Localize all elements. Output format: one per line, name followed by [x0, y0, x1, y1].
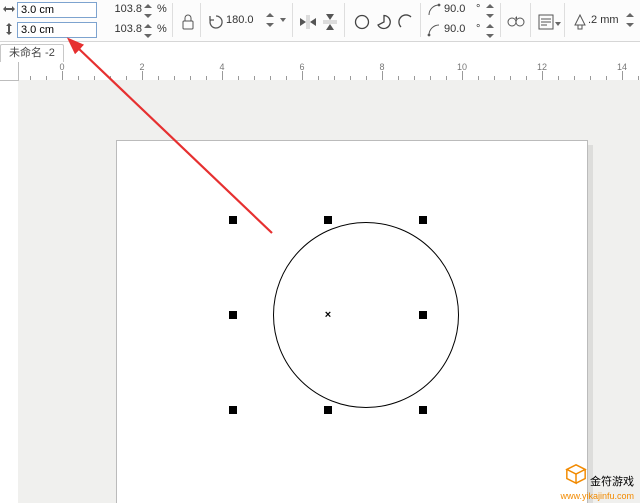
- toolbar-separator: [200, 3, 201, 37]
- end-angle-spinner[interactable]: [486, 23, 496, 39]
- selection-handle-sw[interactable]: [229, 406, 237, 414]
- wrap-text-icon[interactable]: [536, 12, 556, 32]
- start-angle-input[interactable]: 90.0: [444, 3, 474, 15]
- end-angle-unit: °: [476, 23, 480, 35]
- watermark-brand: 金符游戏: [590, 476, 634, 488]
- property-toolbar: 3.0 cm 3.0 cm 103.8 103.8 % % 180.0: [0, 0, 640, 42]
- selection-handle-s[interactable]: [324, 406, 332, 414]
- scale-y-input[interactable]: 103.8: [108, 23, 142, 35]
- mirror-horizontal-icon[interactable]: [298, 12, 318, 32]
- ruler-number: 2: [139, 62, 144, 72]
- rotation-dropdown[interactable]: [280, 18, 286, 22]
- selection-handle-w[interactable]: [229, 311, 237, 319]
- end-angle-input[interactable]: 90.0: [444, 23, 474, 35]
- outline-width-spinner[interactable]: [626, 12, 636, 28]
- outline-width-icon: [570, 12, 590, 32]
- scale-y-unit: %: [157, 23, 167, 35]
- toolbar-separator: [500, 3, 501, 37]
- selection-handle-nw[interactable]: [229, 216, 237, 224]
- start-angle-icon: [426, 2, 442, 18]
- rotation-spinner[interactable]: [266, 12, 276, 28]
- scale-x-input[interactable]: 103.8: [108, 3, 142, 15]
- ruler-number: 12: [537, 62, 547, 72]
- wrap-text-dropdown[interactable]: [555, 22, 561, 26]
- selected-ellipse[interactable]: [273, 222, 459, 408]
- horizontal-ruler[interactable]: 0 2 4 6 8 10 12 14: [0, 62, 640, 81]
- ruler-number: 10: [457, 62, 467, 72]
- toolbar-separator: [292, 3, 293, 37]
- scale-x-spinner[interactable]: [144, 3, 154, 19]
- rotation-input[interactable]: 180.0: [226, 14, 266, 26]
- scale-x-unit: %: [157, 3, 167, 15]
- document-tabstrip: 未命名 -2: [0, 42, 640, 63]
- object-height-input[interactable]: 3.0 cm: [17, 22, 97, 38]
- selection-handle-e[interactable]: [419, 311, 427, 319]
- start-angle-spinner[interactable]: [486, 3, 496, 19]
- document-tab[interactable]: 未命名 -2: [0, 44, 64, 63]
- mirror-vertical-icon[interactable]: [320, 12, 340, 32]
- toolbar-separator: [420, 3, 421, 37]
- selection-handle-se[interactable]: [419, 406, 427, 414]
- selection-center-mark[interactable]: ×: [325, 309, 331, 321]
- scale-y-spinner[interactable]: [144, 23, 154, 39]
- end-angle-icon: [426, 22, 442, 38]
- toolbar-separator: [172, 3, 173, 37]
- swap-direction-icon[interactable]: [506, 12, 526, 32]
- ellipse-shape-icon[interactable]: [352, 12, 372, 32]
- toolbar-separator: [564, 3, 565, 37]
- rotate-icon: [206, 12, 226, 32]
- vertical-ruler[interactable]: [0, 80, 19, 503]
- selection-handle-n[interactable]: [324, 216, 332, 224]
- start-angle-unit: °: [476, 3, 480, 15]
- height-icon: [2, 22, 16, 36]
- ruler-number: 6: [299, 62, 304, 72]
- arc-shape-icon[interactable]: [396, 12, 416, 32]
- ruler-number: 0: [59, 62, 64, 72]
- ruler-number: 14: [617, 62, 627, 72]
- ruler-number: 4: [219, 62, 224, 72]
- ruler-number: 8: [379, 62, 384, 72]
- toolbar-separator: [344, 3, 345, 37]
- watermark-url: www.yikajinfu.com: [560, 491, 634, 501]
- cube-icon: [565, 476, 590, 488]
- selection-handle-ne[interactable]: [419, 216, 427, 224]
- watermark: 金符游戏: [565, 463, 634, 489]
- lock-ratio-icon[interactable]: [178, 12, 198, 32]
- pie-shape-icon[interactable]: [374, 12, 394, 32]
- ruler-origin[interactable]: [0, 62, 19, 81]
- drawing-canvas[interactable]: ×: [18, 80, 640, 503]
- object-width-input[interactable]: 3.0 cm: [17, 2, 97, 18]
- width-icon: [2, 2, 16, 16]
- toolbar-separator: [530, 3, 531, 37]
- outline-width-input[interactable]: .2 mm: [588, 14, 626, 26]
